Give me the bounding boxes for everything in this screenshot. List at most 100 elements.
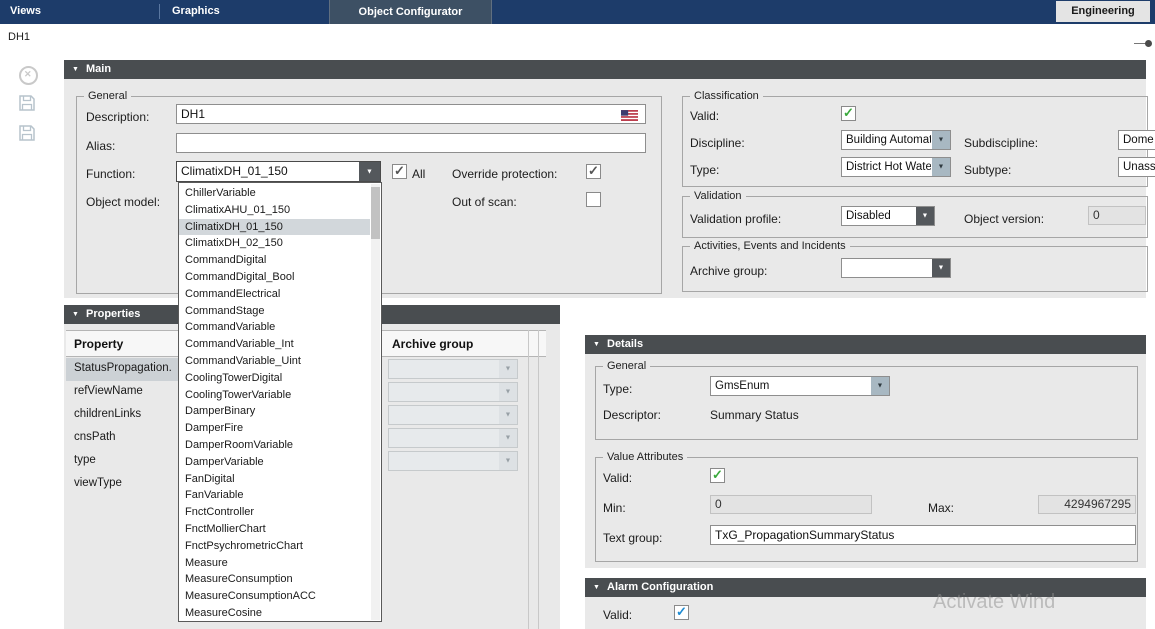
details-type-value: GmsEnum <box>715 377 870 395</box>
classification-type-value: District Hot Water <box>846 158 931 176</box>
save-icon <box>18 94 36 112</box>
function-dropdown-item[interactable]: FanDigital <box>179 471 370 488</box>
details-panel-header: Details <box>585 335 1146 354</box>
collapse-triangle-icon[interactable] <box>593 335 600 354</box>
value-valid-checkbox[interactable] <box>710 468 725 483</box>
property-name: StatusPropagation. <box>74 362 172 374</box>
chevron-down-icon[interactable] <box>916 207 934 225</box>
function-dropdown-list: ChillerVariableClimatixAHU_01_150Climati… <box>179 185 370 621</box>
tab-object-configurator[interactable]: Object Configurator <box>329 0 492 24</box>
all-checkbox[interactable] <box>392 164 407 179</box>
chevron-down-icon[interactable] <box>871 377 889 395</box>
function-dropdown-item[interactable]: FnctController <box>179 504 370 521</box>
classification-valid-label: Valid: <box>690 109 719 123</box>
function-dropdown-item[interactable]: DamperRoomVariable <box>179 437 370 454</box>
chevron-down-icon <box>499 406 517 424</box>
collapse-triangle-icon[interactable] <box>593 578 600 597</box>
archive-group-cell-combobox[interactable] <box>388 382 518 402</box>
archive-group-cell-combobox[interactable] <box>388 451 518 471</box>
function-dropdown-item[interactable]: ClimatixAHU_01_150 <box>179 202 370 219</box>
column-header-archive-group[interactable]: Archive group <box>392 337 473 351</box>
collapse-triangle-icon[interactable] <box>72 60 79 79</box>
archive-group-cell-combobox[interactable] <box>388 405 518 425</box>
chevron-down-icon[interactable] <box>359 162 380 181</box>
classification-type-label: Type: <box>690 163 719 177</box>
subdiscipline-combobox[interactable]: Dome <box>1118 130 1155 150</box>
chevron-down-icon <box>499 429 517 447</box>
discipline-combobox[interactable]: Building Automation <box>841 130 951 150</box>
subtype-combobox[interactable]: Unass <box>1118 157 1155 177</box>
save-as-button[interactable] <box>18 124 36 147</box>
function-dropdown-item[interactable]: ClimatixDH_02_150 <box>179 235 370 252</box>
object-model-label: Object model: <box>86 195 160 209</box>
function-combobox-value: ClimatixDH_01_150 <box>181 162 359 181</box>
function-dropdown-item[interactable]: FnctPsychrometricChart <box>179 538 370 555</box>
archive-group-cell-combobox[interactable] <box>388 428 518 448</box>
function-dropdown-item[interactable]: MeasureConsumptionACC <box>179 588 370 605</box>
description-input[interactable]: DH1 <box>176 104 646 124</box>
function-dropdown-item[interactable]: DamperVariable <box>179 454 370 471</box>
tab-graphics[interactable]: Graphics <box>172 5 220 17</box>
function-dropdown-item[interactable]: FnctMollierChart <box>179 521 370 538</box>
engineering-mode-badge[interactable]: Engineering <box>1056 1 1150 22</box>
tab-views[interactable]: Views <box>10 5 41 17</box>
alias-input[interactable] <box>176 133 646 153</box>
property-name: type <box>74 454 96 466</box>
function-combobox[interactable]: ClimatixDH_01_150 <box>176 161 381 182</box>
function-dropdown-item[interactable]: DamperBinary <box>179 403 370 420</box>
function-dropdown-item[interactable]: ChillerVariable <box>179 185 370 202</box>
subdiscipline-label: Subdiscipline: <box>964 136 1038 150</box>
function-dropdown-item[interactable]: CommandElectrical <box>179 286 370 303</box>
archive-group-cell-combobox[interactable] <box>388 359 518 379</box>
out-of-scan-checkbox[interactable] <box>586 192 601 207</box>
function-dropdown-item[interactable]: CoolingTowerVariable <box>179 387 370 404</box>
function-dropdown-item[interactable]: CoolingTowerDigital <box>179 370 370 387</box>
function-dropdown-item[interactable]: CommandDigital_Bool <box>179 269 370 286</box>
validation-profile-combobox[interactable]: Disabled <box>841 206 935 226</box>
max-label: Max: <box>928 501 954 515</box>
chevron-down-icon[interactable] <box>932 131 950 149</box>
details-general-legend: General <box>603 360 650 372</box>
function-dropdown-item[interactable]: CommandStage <box>179 303 370 320</box>
function-dropdown-item[interactable]: ClimatixDH_01_150 <box>179 219 370 236</box>
top-navigation-bar: Views Graphics Object Configurator Engin… <box>0 0 1155 24</box>
discipline-label: Discipline: <box>690 136 745 150</box>
dropdown-scrollbar-thumb[interactable] <box>371 187 380 239</box>
function-dropdown-item[interactable]: CommandVariable_Uint <box>179 353 370 370</box>
us-flag-icon[interactable] <box>621 108 638 119</box>
details-type-combobox[interactable]: GmsEnum <box>710 376 890 396</box>
collapse-triangle-icon[interactable] <box>72 305 79 324</box>
chevron-down-icon[interactable] <box>932 158 950 176</box>
function-dropdown-item[interactable]: CommandVariable <box>179 319 370 336</box>
descriptor-label: Descriptor: <box>603 408 661 422</box>
function-dropdown-item[interactable]: MeasureConsumption <box>179 571 370 588</box>
splitter-handle[interactable] <box>1145 40 1152 47</box>
text-group-input[interactable]: TxG_PropagationSummaryStatus <box>710 525 1136 545</box>
function-dropdown-item[interactable]: Measure <box>179 555 370 572</box>
general-legend: General <box>84 90 131 102</box>
classification-type-combobox[interactable]: District Hot Water <box>841 157 951 177</box>
object-version-field: 0 <box>1088 206 1146 225</box>
windows-activation-watermark: Activate Wind <box>933 591 1055 614</box>
max-field[interactable]: 4294967295 <box>1038 495 1136 514</box>
validation-profile-label: Validation profile: <box>690 212 781 226</box>
classification-valid-checkbox[interactable] <box>841 106 856 121</box>
save-button[interactable] <box>18 94 36 117</box>
validation-legend: Validation <box>690 190 746 202</box>
function-dropdown-item[interactable]: CommandDigital <box>179 252 370 269</box>
property-name: cnsPath <box>74 431 116 443</box>
alarm-valid-checkbox[interactable] <box>674 605 689 620</box>
function-dropdown-item[interactable]: MeasureCosine <box>179 605 370 621</box>
discard-changes-button[interactable] <box>19 66 38 85</box>
object-version-label: Object version: <box>964 212 1044 226</box>
chevron-down-icon[interactable] <box>932 259 950 277</box>
subtype-label: Subtype: <box>964 163 1011 177</box>
description-label: Description: <box>86 110 149 124</box>
column-header-property[interactable]: Property <box>74 337 123 351</box>
override-protection-checkbox[interactable] <box>586 164 601 179</box>
function-dropdown-item[interactable]: CommandVariable_Int <box>179 336 370 353</box>
archive-group-combobox[interactable] <box>841 258 951 278</box>
function-dropdown-item[interactable]: DamperFire <box>179 420 370 437</box>
min-field[interactable]: 0 <box>710 495 872 514</box>
function-dropdown-item[interactable]: FanVariable <box>179 487 370 504</box>
